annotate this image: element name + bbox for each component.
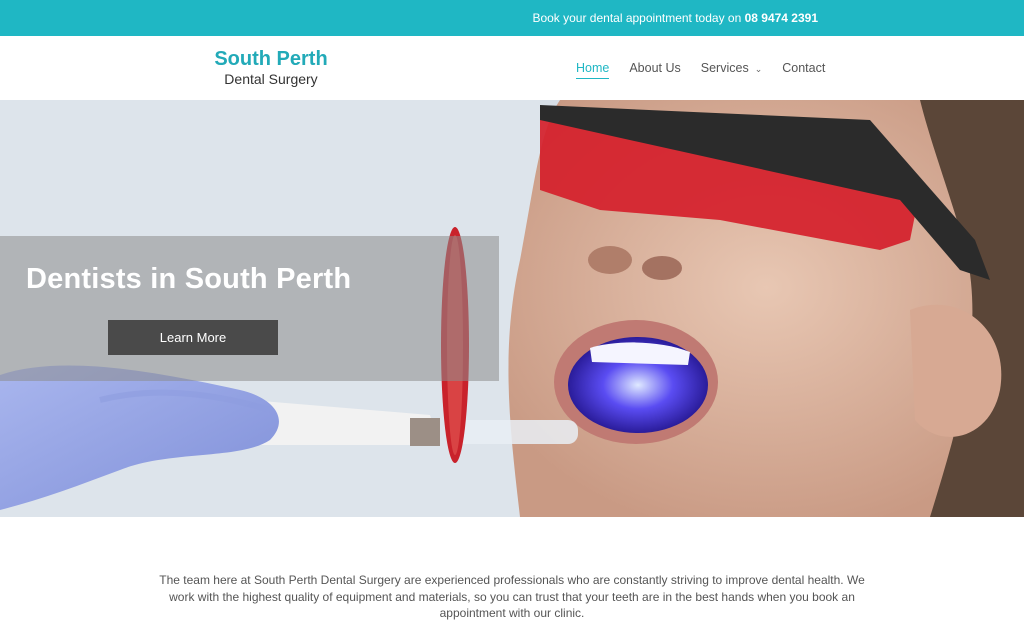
nav-contact[interactable]: Contact [782, 61, 825, 79]
appointment-notice: Book your dental appointment today on 08… [532, 11, 818, 25]
nav-services-label: Services [700, 61, 749, 75]
nav-services[interactable]: Services ⌄ [701, 61, 762, 79]
intro-paragraph: The team here at South Perth Dental Surg… [159, 573, 865, 620]
nav-home[interactable]: Home [576, 61, 610, 79]
learn-more-button[interactable]: Learn More [108, 320, 278, 355]
main-nav: Home About Us Services ⌄ Contact [576, 61, 825, 79]
logo-title: South Perth [214, 48, 328, 70]
hero-banner: Dentists in South Perth Learn More [0, 100, 1024, 517]
logo-subtitle: Dental Surgery [224, 71, 318, 87]
nav-about-us[interactable]: About Us [629, 61, 680, 79]
phone-link[interactable]: 08 9474 2391 [745, 11, 818, 25]
site-header: South Perth Dental Surgery Home About Us… [0, 36, 1024, 100]
site-logo[interactable]: South Perth Dental Surgery [206, 48, 336, 88]
hero-title: Dentists in South Perth [26, 263, 352, 295]
hero-overlay-panel: Dentists in South Perth Learn More [0, 236, 499, 381]
top-announcement-bar: Book your dental appointment today on 08… [0, 0, 1024, 36]
chevron-down-icon: ⌄ [754, 64, 763, 74]
appointment-text: Book your dental appointment today on [532, 11, 745, 25]
